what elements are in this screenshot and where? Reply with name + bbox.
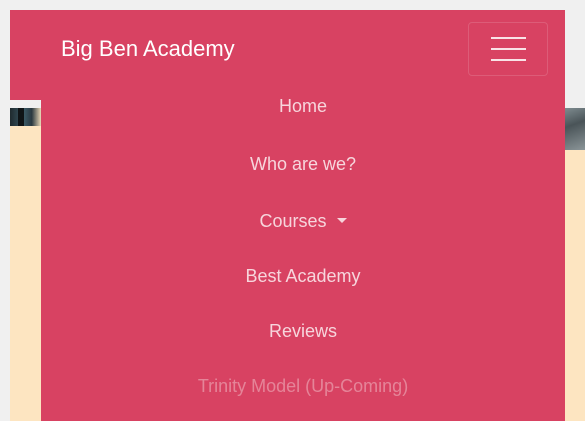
content-background-right xyxy=(565,108,585,421)
caret-down-icon xyxy=(336,217,347,223)
nav-item-trinity-model: Trinity Model (Up-Coming) xyxy=(41,370,565,402)
content-background-left xyxy=(10,108,41,421)
hamburger-menu-icon xyxy=(491,48,526,50)
nav-item-best-academy: Best Academy xyxy=(41,260,565,292)
hamburger-menu-icon xyxy=(491,59,526,61)
nav-item-reviews: Reviews xyxy=(41,315,565,347)
hero-image-edge-right xyxy=(565,108,585,150)
brand-link[interactable]: Big Ben Academy xyxy=(61,34,235,64)
nav-link-reviews[interactable]: Reviews xyxy=(269,315,337,347)
nav-link-home[interactable]: Home xyxy=(279,90,327,122)
nav-item-home: Home xyxy=(41,90,565,122)
nav-item-who-are-we: Who are we? xyxy=(41,148,565,180)
hero-image-edge-left xyxy=(10,108,41,126)
nav-link-best-academy[interactable]: Best Academy xyxy=(245,260,360,292)
nav-link-trinity-model-disabled: Trinity Model (Up-Coming) xyxy=(197,376,409,396)
navbar-toggler-button[interactable] xyxy=(468,22,548,76)
navbar-collapse-menu: Home Who are we? Courses Best Academy Re… xyxy=(41,96,565,421)
hamburger-menu-icon xyxy=(491,37,526,39)
nav-link-who-are-we[interactable]: Who are we? xyxy=(250,148,356,180)
nav-link-courses-dropdown[interactable]: Courses xyxy=(259,205,347,237)
nav-link-courses-label: Courses xyxy=(259,211,327,231)
nav-item-courses: Courses xyxy=(41,205,565,237)
navbar: Big Ben Academy xyxy=(10,10,565,100)
